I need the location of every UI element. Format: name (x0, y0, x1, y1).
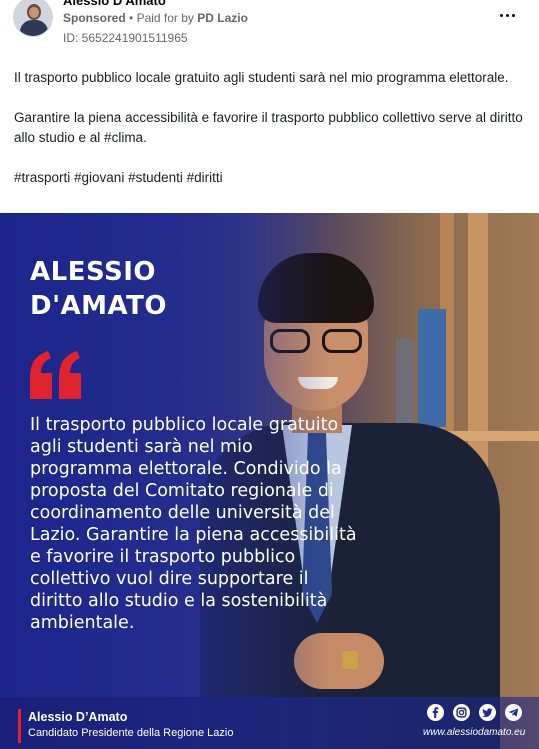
post-hashtags[interactable]: #trasporti #giovani #studenti #diritti (14, 168, 529, 188)
more-options-button[interactable] (494, 6, 520, 24)
watch (342, 651, 358, 669)
social-icons (427, 704, 522, 721)
creative-name-line-1: ALESSIO (30, 257, 157, 287)
telegram-icon[interactable] (505, 704, 522, 721)
footer-role: Candidato Presidente della Regione Lazio (28, 727, 234, 739)
creative-quote: Il trasporto pubblico locale gratuito ag… (30, 415, 357, 633)
creative-name: ALESSIO D'AMATO (30, 255, 167, 323)
more-horizontal-icon (499, 13, 503, 17)
avatar[interactable] (13, 0, 53, 37)
avatar-face (29, 7, 39, 18)
instagram-icon[interactable] (453, 704, 470, 721)
website-link[interactable]: www.alessiodamato.eu (423, 727, 525, 738)
ad-creative-image[interactable]: ALESSIO D'AMATO Il trasporto pubblico lo… (0, 213, 539, 749)
post-paragraph-1: Il trasporto pubblico locale gratuito ag… (14, 70, 509, 85)
ad-header: Alessio D'Amato Sponsored • Paid for by … (0, 0, 539, 56)
quote-mark-icon (30, 351, 81, 399)
ad-id: ID: 5652241901511965 (63, 31, 188, 45)
creative-name-line-2: D'AMATO (30, 291, 167, 321)
paid-for-label: Paid for by (136, 11, 194, 25)
avatar-body (20, 20, 48, 36)
separator: • (129, 11, 134, 25)
facebook-icon[interactable] (427, 704, 444, 721)
footer-accent-bar (18, 709, 21, 743)
post-text: Il trasporto pubblico locale gratuito ag… (14, 68, 529, 208)
payer-name[interactable]: PD Lazio (197, 11, 248, 25)
footer-name: Alessio D’Amato (28, 710, 128, 724)
page-name[interactable]: Alessio D'Amato (63, 0, 166, 8)
sponsor-line: Sponsored • Paid for by PD Lazio (63, 11, 248, 25)
post-paragraph-2: Garantire la piena accessibilità e favor… (14, 110, 523, 145)
sponsored-label: Sponsored (63, 11, 126, 25)
twitter-icon[interactable] (479, 704, 496, 721)
